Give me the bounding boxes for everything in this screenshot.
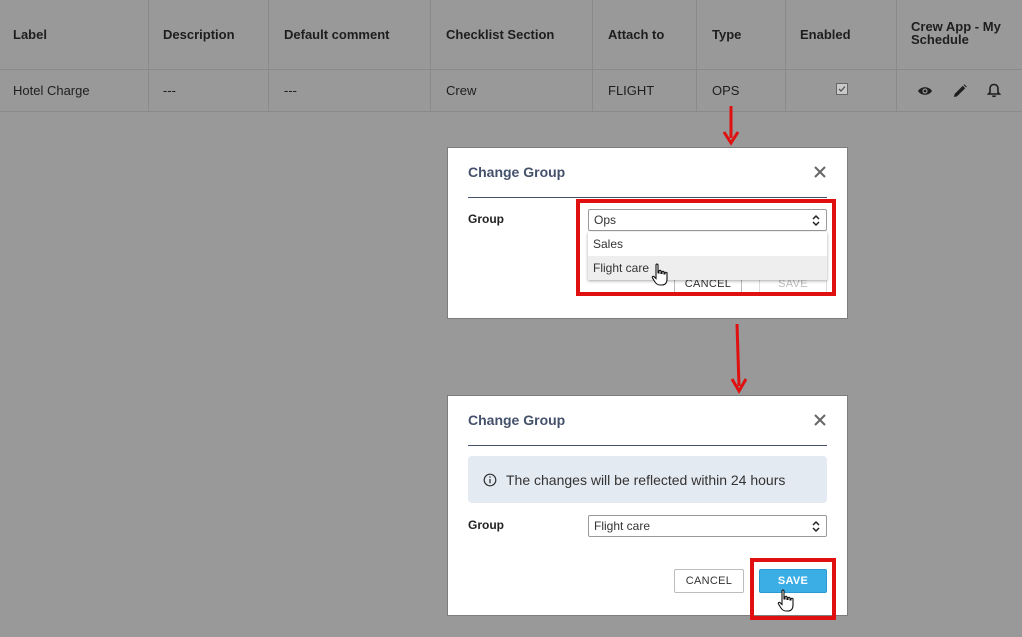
pencil-icon[interactable] <box>953 83 967 98</box>
column-header-label[interactable]: Label <box>0 0 149 69</box>
row-enabled <box>786 70 897 111</box>
column-header-type[interactable]: Type <box>697 0 786 69</box>
group-select-value: Flight care <box>594 519 651 533</box>
red-arrow-down-icon <box>722 106 740 146</box>
dialog-title: Change Group <box>468 164 566 180</box>
table-header: Label Description Default comment Checkl… <box>0 0 1022 70</box>
hand-cursor-icon <box>777 589 794 612</box>
hand-cursor-icon <box>651 263 668 286</box>
column-header-enabled[interactable]: Enabled <box>786 0 897 69</box>
column-header-crew-app-text: Crew App - My Schedule <box>911 19 1001 47</box>
data-table: Label Description Default comment Checkl… <box>0 0 1022 112</box>
eye-icon[interactable] <box>917 85 933 97</box>
info-banner: The changes will be reflected within 24 … <box>468 456 827 503</box>
row-attach-to: FLIGHT <box>593 70 697 111</box>
dialog-divider <box>468 445 827 446</box>
highlight-frame <box>576 199 836 296</box>
column-header-attach-to[interactable]: Attach to <box>593 0 697 69</box>
group-select[interactable]: Flight care <box>588 515 827 537</box>
row-label: Hotel Charge <box>0 70 149 111</box>
close-icon[interactable] <box>813 413 827 427</box>
row-default-comment: --- <box>269 70 431 111</box>
enabled-checkbox[interactable] <box>836 82 848 95</box>
row-actions <box>897 70 1022 111</box>
dialog-divider <box>468 197 827 198</box>
column-header-description[interactable]: Description <box>149 0 269 69</box>
column-header-crew-app[interactable]: Crew App - My Schedule <box>897 0 1022 69</box>
group-label: Group <box>468 212 504 226</box>
column-header-default-comment[interactable]: Default comment <box>269 0 431 69</box>
close-icon[interactable] <box>813 165 827 179</box>
row-description: --- <box>149 70 269 111</box>
group-label: Group <box>468 518 504 532</box>
dialog-title: Change Group <box>468 412 566 428</box>
info-icon <box>483 473 497 486</box>
red-arrow-down-icon <box>730 323 748 394</box>
table-row[interactable]: Hotel Charge --- --- Crew FLIGHT OPS <box>0 70 1022 112</box>
column-header-checklist-section[interactable]: Checklist Section <box>431 0 593 69</box>
row-type: OPS <box>697 70 786 111</box>
row-checklist-section: Crew <box>431 70 593 111</box>
bell-icon[interactable] <box>987 83 1001 98</box>
cancel-button[interactable]: CANCEL <box>674 569 744 593</box>
info-text: The changes will be reflected within 24 … <box>506 471 786 488</box>
check-icon <box>838 85 846 92</box>
chevron-up-down-icon <box>812 520 820 533</box>
